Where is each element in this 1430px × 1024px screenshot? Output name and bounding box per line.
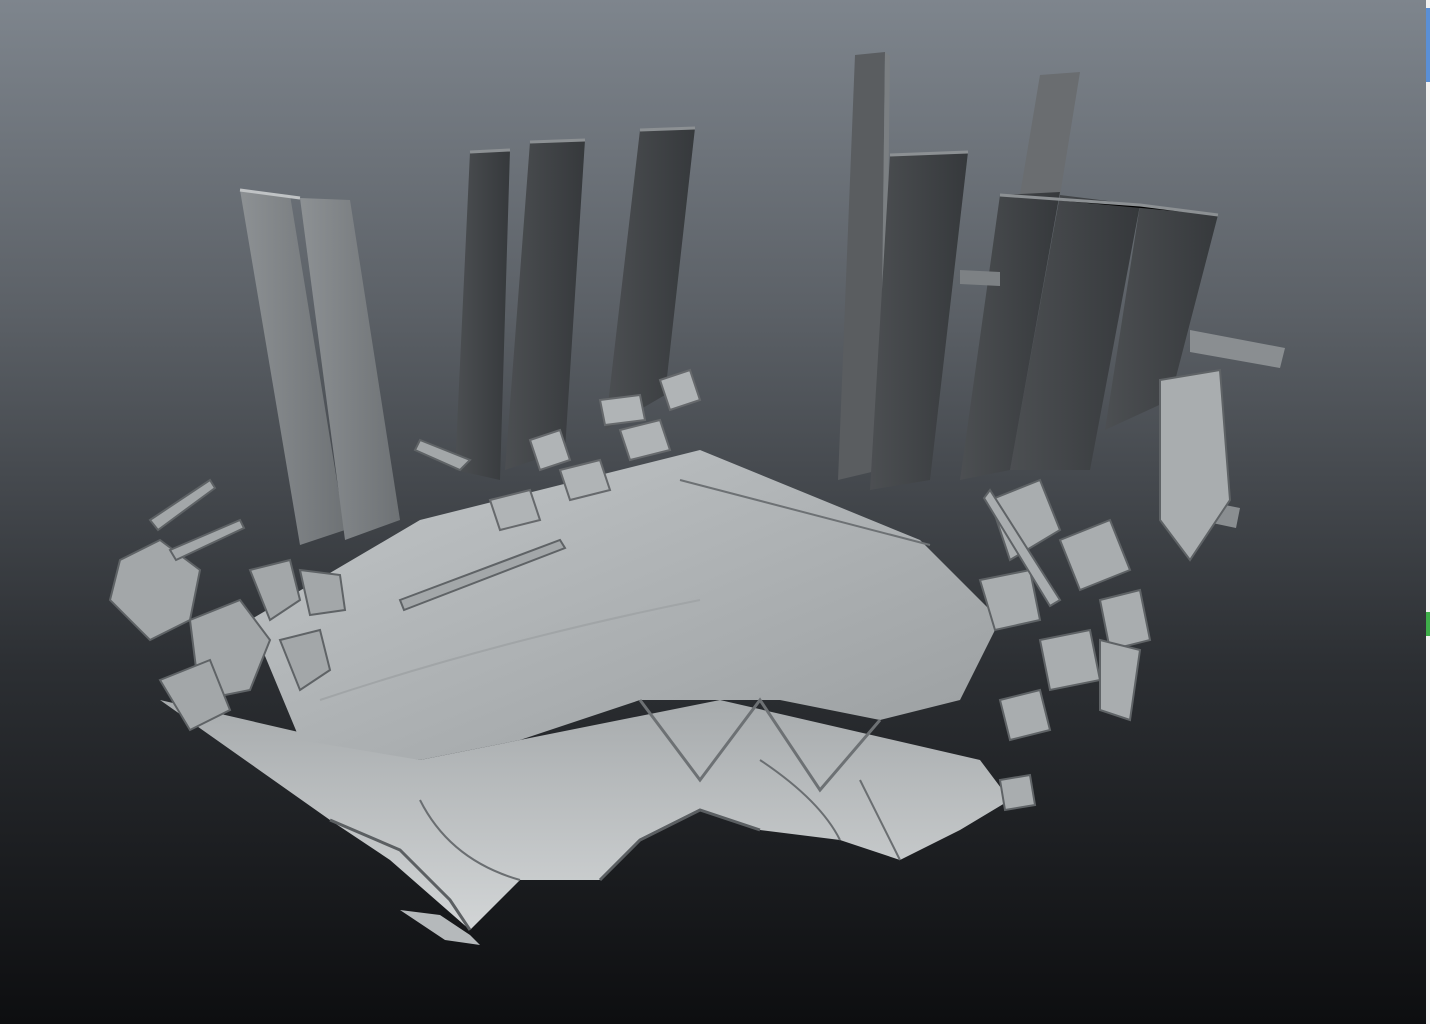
edge-accent-blue bbox=[1426, 8, 1430, 82]
foundation-underside bbox=[160, 700, 1010, 945]
sculpt-mesh[interactable] bbox=[0, 0, 1426, 1024]
3d-viewport[interactable] bbox=[0, 0, 1426, 1024]
edge-accent-green bbox=[1426, 612, 1430, 636]
window-edge-strip bbox=[1426, 0, 1430, 1024]
